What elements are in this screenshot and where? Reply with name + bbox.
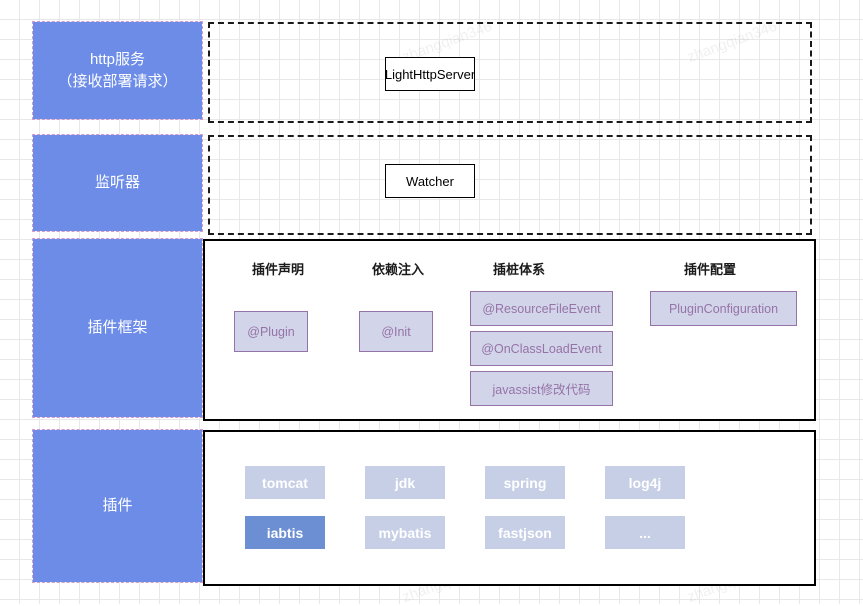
node-light-http-server[interactable]: LightHttpServer — [385, 57, 475, 91]
node-watcher[interactable]: Watcher — [385, 164, 475, 198]
row-label-line1: http服务 — [89, 50, 145, 68]
row-container-listener[interactable]: Watcher — [208, 135, 812, 235]
plugin-chip-iabtis[interactable]: iabtis — [245, 516, 325, 549]
row-label-line1: 插件 — [102, 497, 133, 515]
node-at-plugin[interactable]: @Plugin — [234, 311, 308, 352]
plugin-chip-log4j[interactable]: log4j — [605, 466, 685, 499]
node-on-class-load-event[interactable]: @OnClassLoadEvent — [470, 331, 613, 366]
plugin-chip-jdk[interactable]: jdk — [365, 466, 445, 499]
row-label-line1: 监听器 — [94, 174, 140, 192]
node-at-init[interactable]: @Init — [359, 311, 433, 352]
row-container-plugin-framework[interactable]: 插件声明 @Plugin 依赖注入 @Init 插桩体系 @ResourceFi… — [203, 239, 816, 421]
column-title-plugin-declaration: 插件声明 — [251, 262, 304, 277]
column-title-instrumentation: 插桩体系 — [492, 262, 545, 277]
row-label-listener[interactable]: 监听器 — [32, 134, 203, 232]
row-container-plugins[interactable]: tomcat jdk spring log4j iabtis mybatis f… — [203, 430, 816, 586]
row-label-line1: 插件框架 — [87, 319, 148, 337]
node-resource-file-event[interactable]: @ResourceFileEvent — [470, 291, 613, 326]
node-javassist-modify-code[interactable]: javassist修改代码 — [470, 371, 613, 406]
plugin-chip-more[interactable]: ... — [605, 516, 685, 549]
plugin-chip-tomcat[interactable]: tomcat — [245, 466, 325, 499]
column-title-dependency-injection: 依赖注入 — [371, 262, 424, 277]
node-plugin-configuration[interactable]: PluginConfiguration — [650, 291, 797, 326]
row-label-http-service[interactable]: http服务 （接收部署请求） — [32, 21, 203, 120]
row-label-line2: （接收部署请求） — [57, 72, 178, 90]
row-container-http-service[interactable]: LightHttpServer — [208, 22, 812, 123]
plugin-chip-spring[interactable]: spring — [485, 466, 565, 499]
plugin-chip-mybatis[interactable]: mybatis — [365, 516, 445, 549]
plugin-chip-fastjson[interactable]: fastjson — [485, 516, 565, 549]
column-title-plugin-config: 插件配置 — [683, 262, 736, 277]
row-label-plugins[interactable]: 插件 — [32, 429, 203, 583]
row-label-plugin-framework[interactable]: 插件框架 — [32, 238, 203, 418]
